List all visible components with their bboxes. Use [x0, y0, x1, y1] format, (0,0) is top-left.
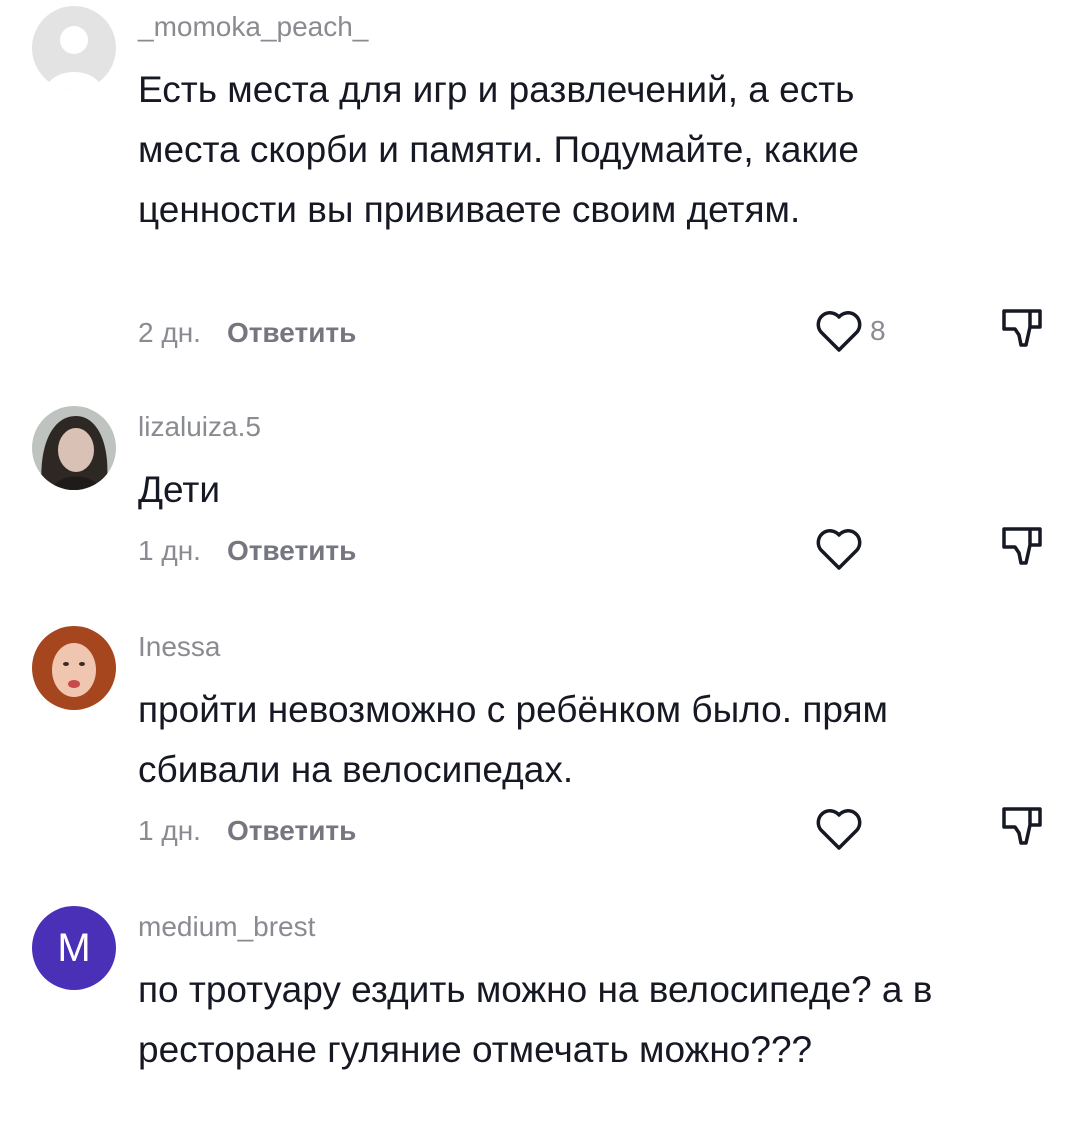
username[interactable]: Inessa	[138, 630, 221, 664]
avatar[interactable]: M	[32, 906, 116, 990]
dislike-icon[interactable]	[999, 803, 1045, 849]
user-photo	[32, 626, 116, 710]
avatar[interactable]	[32, 6, 116, 90]
username[interactable]: _momoka_peach_	[138, 10, 368, 44]
comment-time: 2 дн.	[138, 317, 201, 348]
like-button[interactable]	[814, 806, 870, 852]
dislike-icon[interactable]	[999, 523, 1045, 569]
comment-time: 1 дн.	[138, 535, 201, 566]
avatar[interactable]	[32, 406, 116, 490]
username[interactable]: medium_brest	[138, 910, 315, 944]
heart-icon	[816, 311, 862, 352]
reply-button[interactable]: Ответить	[227, 535, 356, 566]
like-button[interactable]: 8	[814, 308, 886, 354]
comment-text: Дети	[138, 469, 221, 510]
avatar-letter: M	[57, 925, 91, 970]
heart-icon	[816, 529, 862, 570]
comment-text: по тротуару ездить можно на велосипеде? …	[138, 969, 933, 1070]
dislike-icon[interactable]	[999, 305, 1045, 351]
reply-button[interactable]: Ответить	[227, 815, 356, 846]
default-avatar-icon	[32, 6, 116, 90]
like-button[interactable]	[814, 526, 870, 572]
comment-time: 1 дн.	[138, 815, 201, 846]
user-photo	[32, 406, 116, 490]
comment-text: Есть места для игр и развлечений, а есть…	[138, 69, 859, 230]
comment-meta: 1 дн. Ответить	[138, 814, 356, 848]
comment-text: пройти невозможно с ребёнком было. прям …	[138, 689, 888, 790]
like-count: 8	[870, 315, 886, 346]
comment-meta: 1 дн. Ответить	[138, 534, 356, 568]
comment-meta: 2 дн. Ответить	[138, 316, 356, 350]
username[interactable]: lizaluiza.5	[138, 410, 261, 444]
heart-icon	[816, 809, 862, 850]
avatar[interactable]	[32, 626, 116, 710]
reply-button[interactable]: Ответить	[227, 317, 356, 348]
